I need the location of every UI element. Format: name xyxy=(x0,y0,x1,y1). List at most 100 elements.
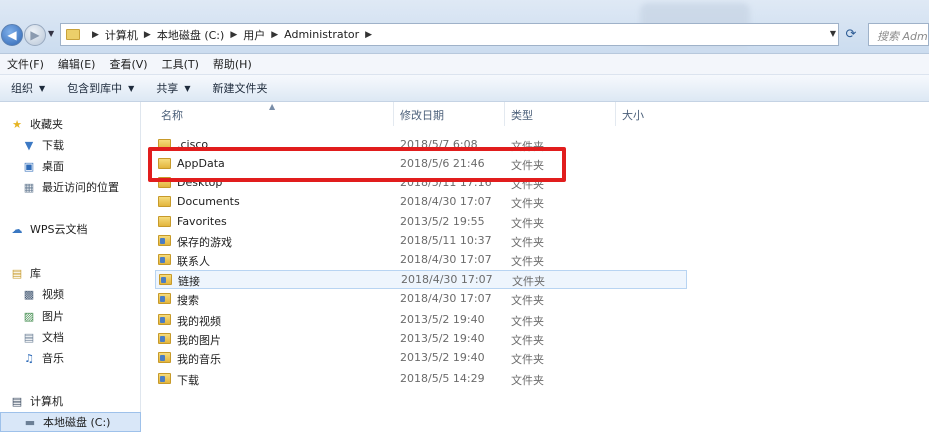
nav-pictures-label: 图片 xyxy=(42,310,64,323)
column-size[interactable]: 大小 xyxy=(616,102,727,126)
star-icon: ★ xyxy=(12,117,22,131)
pictures-folder-icon xyxy=(158,333,171,344)
nav-local-disk[interactable]: ▬ 本地磁盘 (C:) xyxy=(0,412,141,432)
nav-documents[interactable]: ▤ 文档 xyxy=(0,327,64,347)
refresh-icon: ⟳ xyxy=(845,27,857,42)
nav-downloads[interactable]: ▼ 下载 xyxy=(0,135,64,155)
back-button[interactable]: ◀ xyxy=(1,24,23,46)
file-row[interactable]: 我的音乐 2013/5/2 19:40 文件夹 xyxy=(155,349,687,368)
file-name: 搜索 xyxy=(177,294,199,307)
nav-libraries[interactable]: ▤ 库 xyxy=(0,263,41,283)
column-header-row: ▲ 名称 修改日期 类型 大小 xyxy=(142,102,929,126)
nav-videos[interactable]: ▩ 视频 xyxy=(0,284,64,304)
recent-pages-dropdown-icon[interactable]: ▼ xyxy=(48,29,54,38)
music-folder-icon xyxy=(158,352,171,363)
nav-music[interactable]: ♫ 音乐 xyxy=(0,348,64,368)
menu-view[interactable]: 查看(V) xyxy=(102,56,154,72)
breadcrumb-administrator[interactable]: Administrator xyxy=(284,28,359,41)
nav-favorites[interactable]: ★ 收藏夹 xyxy=(0,114,63,134)
file-type: 文件夹 xyxy=(511,315,544,328)
file-name: 下载 xyxy=(177,374,199,387)
folder-icon xyxy=(158,216,171,227)
searches-folder-icon xyxy=(158,293,171,304)
organize-button[interactable]: 组织 ▼ xyxy=(0,80,56,96)
file-date: 2013/5/2 19:40 xyxy=(400,332,485,345)
include-in-library-label: 包含到库中 xyxy=(67,82,123,95)
folder-icon xyxy=(158,196,171,207)
chevron-right-icon[interactable]: ▶ xyxy=(365,30,372,40)
chevron-down-icon: ▼ xyxy=(39,83,46,93)
refresh-button[interactable]: ⟳ xyxy=(841,25,861,45)
file-row[interactable]: Documents 2018/4/30 17:07 文件夹 xyxy=(155,193,687,212)
file-date: 2013/5/2 19:40 xyxy=(400,351,485,364)
address-dropdown-icon[interactable]: ▼ xyxy=(830,29,836,38)
search-input[interactable]: 搜索 Administrator xyxy=(868,23,929,46)
file-name: Favorites xyxy=(177,215,227,228)
file-name: 保存的游戏 xyxy=(177,236,232,249)
file-row[interactable]: 保存的游戏 2018/5/11 10:37 文件夹 xyxy=(155,232,687,251)
column-type[interactable]: 类型 xyxy=(505,102,616,126)
file-row[interactable]: 我的图片 2013/5/2 19:40 文件夹 xyxy=(155,330,687,349)
file-type: 文件夹 xyxy=(511,236,544,249)
file-name: 我的视频 xyxy=(177,315,221,328)
file-row-hovered[interactable]: 链接 2018/4/30 17:07 文件夹 xyxy=(155,270,687,289)
file-type: 文件夹 xyxy=(511,294,544,307)
file-type: 文件夹 xyxy=(511,197,544,210)
share-button[interactable]: 共享 ▼ xyxy=(145,80,201,96)
file-type: 文件夹 xyxy=(511,334,544,347)
file-date: 2018/5/11 10:37 xyxy=(400,234,492,247)
file-row[interactable]: 搜索 2018/4/30 17:07 文件夹 xyxy=(155,290,687,309)
breadcrumb-users[interactable]: 用户 xyxy=(243,27,265,43)
video-icon: ▩ xyxy=(23,287,35,301)
document-icon: ▤ xyxy=(23,330,35,344)
file-type: 文件夹 xyxy=(511,353,544,366)
file-row[interactable]: 联系人 2018/4/30 17:07 文件夹 xyxy=(155,251,687,270)
downloads-folder-icon xyxy=(158,373,171,384)
videos-folder-icon xyxy=(158,314,171,325)
chevron-right-icon[interactable]: ▶ xyxy=(230,30,237,40)
chevron-right-icon[interactable]: ▶ xyxy=(144,30,151,40)
column-modified[interactable]: 修改日期 xyxy=(394,102,505,126)
nav-recent-label: 最近访问的位置 xyxy=(42,181,119,194)
chevron-right-icon[interactable]: ▶ xyxy=(271,30,278,40)
highlight-annotation-box xyxy=(148,147,566,182)
nav-computer-label: 计算机 xyxy=(30,395,63,408)
breadcrumb-local-disk[interactable]: 本地磁盘 (C:) xyxy=(157,27,224,43)
organize-label: 组织 xyxy=(11,82,33,95)
nav-recent[interactable]: ▦ 最近访问的位置 xyxy=(0,177,119,197)
nav-computer[interactable]: ▤ 计算机 xyxy=(0,391,63,411)
menu-edit[interactable]: 编辑(E) xyxy=(51,56,103,72)
breadcrumb-computer[interactable]: 计算机 xyxy=(105,27,138,43)
nav-pictures[interactable]: ▨ 图片 xyxy=(0,306,64,326)
menu-tools[interactable]: 工具(T) xyxy=(155,56,206,72)
menu-file[interactable]: 文件(F) xyxy=(0,56,51,72)
file-row[interactable]: Favorites 2013/5/2 19:55 文件夹 xyxy=(155,213,687,232)
saved-games-folder-icon xyxy=(158,235,171,246)
file-name: 我的图片 xyxy=(177,334,221,347)
include-in-library-button[interactable]: 包含到库中 ▼ xyxy=(56,80,145,96)
nav-music-label: 音乐 xyxy=(42,352,64,365)
command-bar: 组织 ▼ 包含到库中 ▼ 共享 ▼ 新建文件夹 xyxy=(0,75,929,102)
forward-button[interactable]: ▶ xyxy=(24,24,46,46)
arrow-left-icon: ◀ xyxy=(7,28,17,42)
chevron-right-icon[interactable]: ▶ xyxy=(92,30,99,40)
arrow-right-icon: ▶ xyxy=(30,28,40,42)
music-icon: ♫ xyxy=(24,351,34,365)
file-row[interactable]: 我的视频 2013/5/2 19:40 文件夹 xyxy=(155,311,687,330)
file-date: 2018/4/30 17:07 xyxy=(400,292,492,305)
drive-icon: ▬ xyxy=(24,415,36,429)
column-name[interactable]: 名称 xyxy=(155,102,394,126)
file-name: 我的音乐 xyxy=(177,353,221,366)
share-label: 共享 xyxy=(156,82,179,95)
menu-help[interactable]: 帮助(H) xyxy=(206,56,259,72)
file-date: 2013/5/2 19:40 xyxy=(400,313,485,326)
nav-desktop[interactable]: ▣ 桌面 xyxy=(0,156,64,176)
file-row[interactable]: 下载 2018/5/5 14:29 文件夹 xyxy=(155,370,687,389)
nav-videos-label: 视频 xyxy=(42,288,64,301)
file-type: 文件夹 xyxy=(511,255,544,268)
address-bar[interactable]: ▶ 计算机 ▶ 本地磁盘 (C:) ▶ 用户 ▶ Administrator ▶… xyxy=(60,23,839,46)
nav-wps-cloud[interactable]: ☁ WPS云文档 xyxy=(0,219,88,239)
nav-documents-label: 文档 xyxy=(42,331,64,344)
new-folder-button[interactable]: 新建文件夹 xyxy=(201,80,278,96)
nav-downloads-label: 下载 xyxy=(42,139,64,152)
